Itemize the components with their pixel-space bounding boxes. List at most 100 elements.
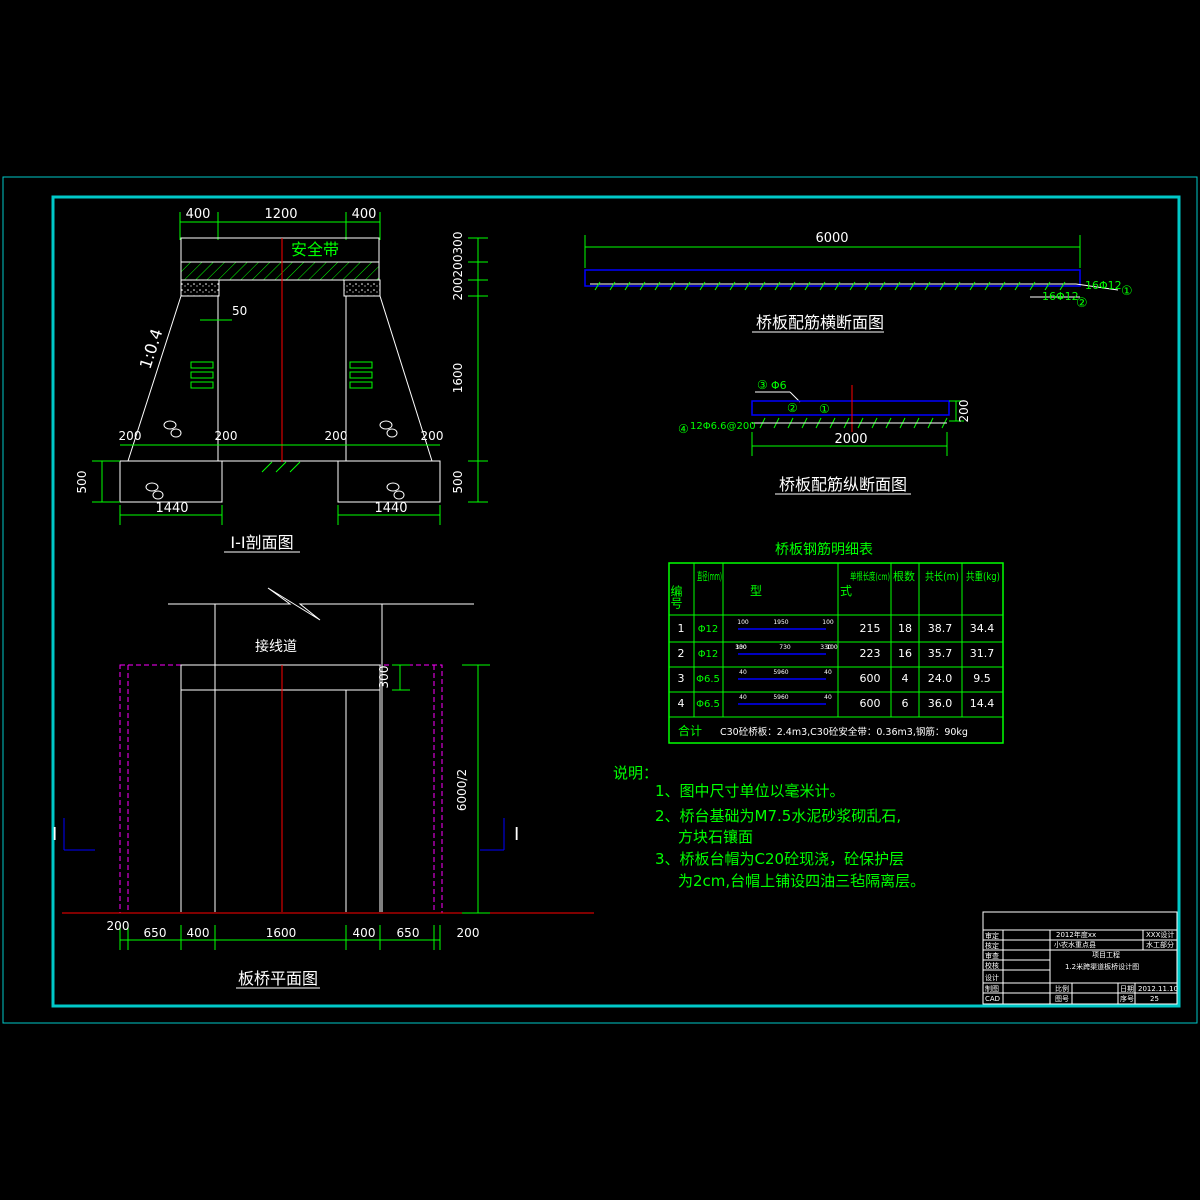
long-rebar-3: Φ6 bbox=[771, 379, 787, 392]
table-cell-len: 215 bbox=[860, 622, 881, 635]
table-cell-dia: Φ12 bbox=[698, 624, 719, 635]
cross-length: 6000 bbox=[815, 231, 848, 246]
section-dim-left-500: 500 bbox=[75, 471, 89, 494]
table-cell-total: 38.7 bbox=[928, 622, 953, 635]
section-dim-200-a: 200 bbox=[119, 429, 142, 443]
table-cell-weight: 9.5 bbox=[973, 672, 991, 685]
plan-dim-bottom-1: 200 bbox=[107, 919, 130, 933]
plan-road-label: 接线道 bbox=[255, 638, 297, 655]
plan-drawing: 接线道 I I 300 6000/2 200 650 400 1600 400 … bbox=[52, 587, 594, 989]
notes-heading: 说明： bbox=[613, 764, 658, 782]
long-mark-4: ④ bbox=[678, 422, 689, 436]
table-shape-label: 730 bbox=[779, 644, 791, 651]
long-height: 200 bbox=[957, 400, 971, 423]
cross-rebar-2: 16Φ12 bbox=[1042, 290, 1079, 303]
tb-r7a: CAD bbox=[985, 995, 1000, 1003]
table-header-shape-top: 型 bbox=[750, 584, 762, 598]
plan-dim-bottom-4: 1600 bbox=[266, 926, 297, 940]
notes-line-2: 2、桥台基础为M7.5水泥砂浆砌乱石, bbox=[655, 807, 901, 825]
outer-frame bbox=[2, 176, 1198, 1024]
tb-r2c: 水工部分 bbox=[1146, 940, 1174, 949]
section-dim-right-200b: 200 bbox=[451, 278, 465, 301]
rebar-table: 桥板钢筋明细表 编号 直径(mm) 型 式 单根长度(cm) 根数 共长(m) … bbox=[668, 541, 1004, 744]
table-title: 桥板钢筋明细表 bbox=[775, 541, 873, 558]
cross-rebar-1: 16Φ12 bbox=[1085, 279, 1122, 292]
table-shape-label: 100 bbox=[826, 644, 838, 651]
section-dim-50: 50 bbox=[232, 304, 247, 318]
notes-line-4: 3、桥板台帽为C20砼现浇，砼保护层 bbox=[655, 850, 904, 868]
long-rebar-4: 12Φ6.6@200 bbox=[690, 421, 756, 432]
table-header-total: 共长(m) bbox=[925, 570, 959, 583]
table-cell-weight: 14.4 bbox=[970, 697, 995, 710]
table-shape-label: 1950 bbox=[773, 619, 788, 626]
plan-title: 板桥平面图 bbox=[238, 969, 318, 988]
table-cell-weight: 34.4 bbox=[970, 622, 995, 635]
plan-dim-half: 6000/2 bbox=[455, 769, 469, 811]
tb-r5a: 设计 bbox=[985, 973, 999, 982]
bridge-slab bbox=[180, 261, 380, 281]
tb-r1b: 2012年度xx bbox=[1056, 930, 1096, 939]
cross-title: 桥板配筋横断面图 bbox=[756, 313, 884, 332]
section-dim-200-b: 200 bbox=[215, 429, 238, 443]
long-slab bbox=[751, 400, 950, 416]
table-cell-dia: Φ6.5 bbox=[696, 699, 720, 710]
table-cell-len: 223 bbox=[860, 647, 881, 660]
tb-r7d: 25 bbox=[1150, 995, 1159, 1003]
cap-left bbox=[180, 279, 220, 297]
drawing-canvas: 400 1200 400 安全带 50 1:0.4 200 200 200 20… bbox=[2, 176, 1198, 1024]
table-cell-count: 16 bbox=[898, 647, 912, 660]
long-section-drawing: ③ Φ6 ② ① ④ 12Φ6.6@200 200 2000 桥板配筋纵断面图 bbox=[678, 378, 971, 495]
long-width: 2000 bbox=[834, 432, 867, 447]
footing-right bbox=[337, 460, 441, 503]
table-cell-total: 36.0 bbox=[928, 697, 953, 710]
table-shape-label: 40 bbox=[824, 694, 832, 701]
tb-r4a: 校核 bbox=[985, 961, 999, 970]
long-title: 桥板配筋纵断面图 bbox=[779, 475, 907, 494]
table-shape-label: 5960 bbox=[773, 694, 788, 701]
table-shape-label: 40 bbox=[739, 669, 747, 676]
section-dim-200-d: 200 bbox=[421, 429, 444, 443]
tb-r6d: 2012.11.10 bbox=[1138, 985, 1178, 993]
table-sum-label: 合计 bbox=[678, 723, 702, 738]
notes-line-3: 方块石镶面 bbox=[678, 828, 753, 846]
cap-right bbox=[343, 279, 381, 297]
notes-line-5: 为2cm,台帽上铺设四油三毡隔离层。 bbox=[678, 872, 925, 890]
table-header-dia: 直径(mm) bbox=[697, 569, 722, 583]
section-dim-right-500: 500 bbox=[451, 471, 465, 494]
cross-mark-1: ① bbox=[1121, 284, 1133, 299]
table-cell-no: 2 bbox=[678, 647, 685, 660]
plan-cap bbox=[180, 664, 381, 691]
plan-dim-bottom-5: 400 bbox=[353, 926, 376, 940]
table-cell-total: 24.0 bbox=[928, 672, 953, 685]
tb-r3b: 项目工程 bbox=[1092, 950, 1120, 959]
plan-foundation-outline bbox=[119, 664, 443, 914]
section-dim-200-c: 200 bbox=[325, 429, 348, 443]
section-dim-right-200a: 200 bbox=[451, 255, 465, 278]
plan-dim-300: 300 bbox=[377, 666, 391, 689]
long-mark-1: ① bbox=[819, 402, 830, 416]
table-header-no: 编号 bbox=[669, 584, 683, 609]
section-dim-top-3: 400 bbox=[352, 207, 377, 222]
section-dim-top-2: 1200 bbox=[264, 207, 297, 222]
tb-r1a: 审定 bbox=[985, 931, 999, 940]
tb-r2b: 小农水重点县 bbox=[1054, 940, 1096, 949]
tb-r6a: 制图 bbox=[985, 984, 999, 993]
plan-dim-bottom-2: 650 bbox=[144, 926, 167, 940]
table-cell-weight: 31.7 bbox=[970, 647, 995, 660]
section-dim-top-1: 400 bbox=[186, 207, 211, 222]
section-title: I-I剖面图 bbox=[230, 533, 293, 552]
notes: 说明： 1、图中尺寸单位以毫米计。 2、桥台基础为M7.5水泥砂浆砌乱石, 方块… bbox=[613, 764, 925, 890]
section-drawing: 400 1200 400 安全带 50 1:0.4 200 200 200 20… bbox=[75, 207, 488, 553]
table-cell-dia: Φ6.5 bbox=[696, 674, 720, 685]
table-cell-count: 18 bbox=[898, 622, 912, 635]
table-cell-no: 1 bbox=[678, 622, 685, 635]
footing-left bbox=[119, 460, 223, 503]
cross-mark-2: ② bbox=[1076, 296, 1088, 311]
table-cell-no: 4 bbox=[678, 697, 685, 710]
table-cell-count: 4 bbox=[902, 672, 909, 685]
plan-section-mark-left: I bbox=[52, 824, 57, 845]
cross-section-drawing: 6000 16Φ12 ① 16Φ12 ② 桥板配筋横断面图 bbox=[584, 231, 1133, 333]
section-slope: 1:0.4 bbox=[136, 326, 167, 371]
section-dim-bottom-right: 1440 bbox=[374, 501, 407, 516]
inner-frame bbox=[51, 195, 1181, 1008]
